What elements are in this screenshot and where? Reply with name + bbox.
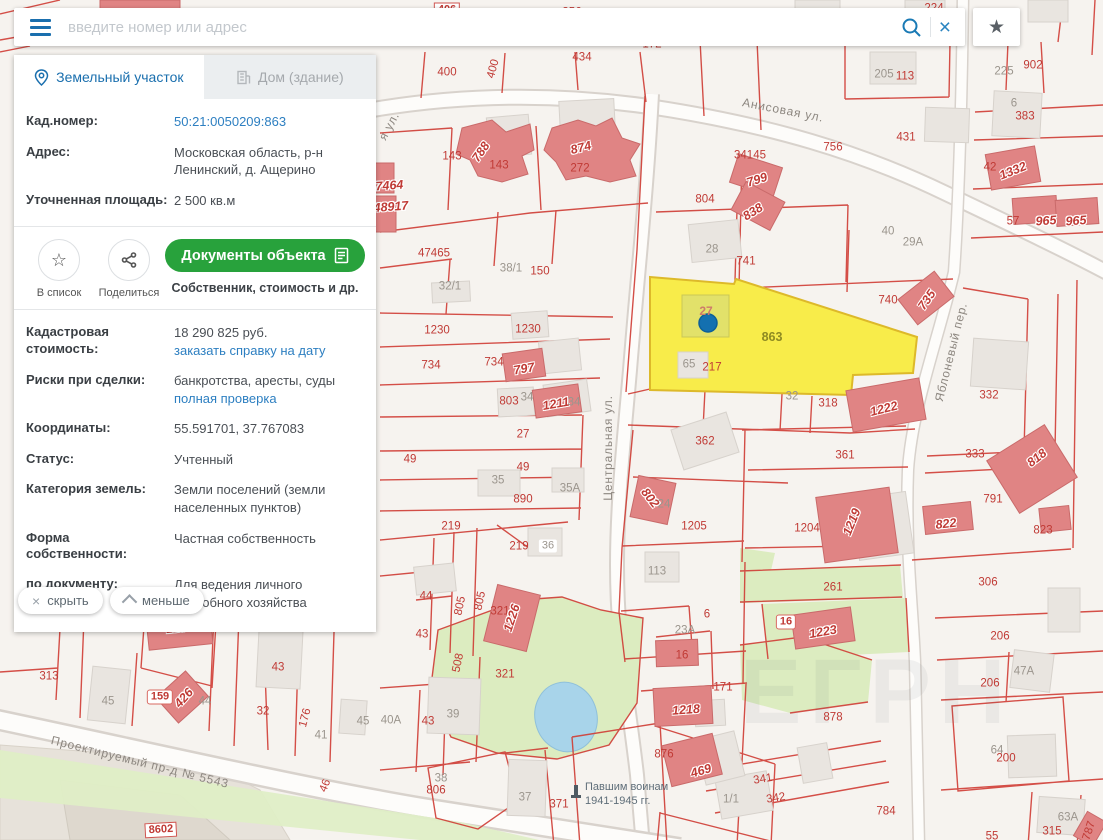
docs-subtitle: Собственник, стоимость и др.: [172, 281, 359, 295]
field-value: Московская область, р-н Ленинский, д. Ащ…: [174, 144, 364, 179]
field-value-text: Земли поселений (земли населенных пункто…: [174, 481, 364, 516]
search-bar: ×: [14, 8, 965, 46]
info-row: Адрес:Московская область, р-н Ленинский,…: [14, 144, 376, 179]
share-icon: [108, 239, 150, 281]
tab-bar: Земельный участок Дом (здание): [14, 55, 376, 99]
collapse-panel-button[interactable]: меньше: [110, 587, 204, 614]
field-label: Категория земель:: [26, 481, 174, 516]
detail-row: Статус:Учтенный: [14, 451, 376, 469]
panel-detail-fields: Кадастровая стоимость:18 290 825 руб.зак…: [14, 310, 376, 632]
monument-line1: Павшим воинам: [585, 781, 668, 795]
field-value-text: Частная собственность: [174, 530, 364, 548]
detail-row: Координаты:55.591701, 37.767083: [14, 420, 376, 438]
document-icon: [334, 247, 349, 264]
field-value: 50:21:0050209:863: [174, 113, 364, 131]
building-icon: [236, 70, 251, 85]
field-label: Адрес:: [26, 144, 174, 179]
divider: [930, 17, 931, 37]
field-label: Уточненная площадь:: [26, 192, 174, 210]
field-label: Статус:: [26, 451, 174, 469]
detail-row: Кадастровая стоимость:18 290 825 руб.зак…: [14, 324, 376, 359]
field-label: Координаты:: [26, 420, 174, 438]
location-pin-icon: [34, 69, 49, 86]
detail-row: Категория земель:Земли поселений (земли …: [14, 481, 376, 516]
add-to-list-button[interactable]: ☆ В список: [24, 239, 94, 299]
hide-label: скрыть: [47, 593, 89, 608]
info-row: Уточненная площадь:2 500 кв.м: [14, 192, 376, 210]
tab-label: Дом (здание): [258, 69, 344, 85]
location-dot: [699, 314, 717, 332]
info-row: Кад.номер:50:21:0050209:863: [14, 113, 376, 131]
field-label: Форма собственности:: [26, 530, 174, 564]
less-label: меньше: [142, 593, 190, 608]
cadastral-map-app: ЕГРН 40635622440040043417220511322590263…: [0, 0, 1103, 840]
docs-button-label: Документы объекта: [181, 248, 325, 264]
share-button[interactable]: Поделиться: [94, 239, 164, 299]
favorites-button[interactable]: ★: [973, 8, 1020, 46]
field-label: Риски при сделки:: [26, 372, 174, 407]
tab-building[interactable]: Дом (здание): [204, 55, 376, 99]
tab-land-parcel[interactable]: Земельный участок: [14, 55, 204, 99]
field-value-link[interactable]: полная проверка: [174, 390, 277, 408]
field-value: Учтенный: [174, 451, 364, 469]
field-value: 2 500 кв.м: [174, 192, 364, 210]
field-value-text: 55.591701, 37.767083: [174, 420, 364, 438]
detail-row: Форма собственности:Частная собственност…: [14, 530, 376, 564]
detail-row: Риски при сделки:банкротства, аресты, су…: [14, 372, 376, 407]
monument-line2: 1941-1945 гг.: [585, 795, 668, 809]
share-label: Поделиться: [99, 287, 160, 299]
field-label: Кадастровая стоимость:: [26, 324, 174, 359]
parcel-info-panel: Земельный участок Дом (здание) Кад.номер…: [14, 55, 376, 632]
field-value-text: банкротства, аресты, суды: [174, 372, 364, 390]
field-value-text: Учтенный: [174, 451, 364, 469]
field-value: 18 290 825 руб.заказать справку на дату: [174, 324, 364, 359]
field-value-link[interactable]: 50:21:0050209:863: [174, 113, 286, 131]
add-to-list-label: В список: [37, 287, 82, 299]
field-value: 55.591701, 37.767083: [174, 420, 364, 438]
field-value-link[interactable]: заказать справку на дату: [174, 342, 326, 360]
field-value-text: 18 290 825 руб.: [174, 324, 364, 342]
field-label: Кад.номер:: [26, 113, 174, 131]
panel-main-fields: Кад.номер:50:21:0050209:863Адрес:Московс…: [14, 99, 376, 226]
monument-icon: [571, 785, 581, 799]
chevron-up-icon: [122, 594, 138, 610]
menu-icon[interactable]: [14, 19, 66, 36]
field-value: Земли поселений (земли населенных пункто…: [174, 481, 364, 516]
close-icon[interactable]: ×: [939, 17, 965, 38]
hide-panel-button[interactable]: × скрыть: [18, 587, 103, 614]
tab-label: Земельный участок: [56, 69, 183, 85]
search-input[interactable]: [66, 18, 900, 37]
field-value: Частная собственность: [174, 530, 364, 564]
object-documents-button[interactable]: Документы объекта: [165, 239, 364, 272]
monument-label: Павшим воинам 1941-1945 гг.: [585, 781, 668, 809]
star-outline-icon: ☆: [38, 239, 80, 281]
action-area: ☆ В список Поделиться Документы объекта: [14, 226, 376, 310]
search-icon[interactable]: [900, 16, 922, 38]
field-value: банкротства, аресты, судыполная проверка: [174, 372, 364, 407]
close-icon: ×: [32, 594, 40, 608]
